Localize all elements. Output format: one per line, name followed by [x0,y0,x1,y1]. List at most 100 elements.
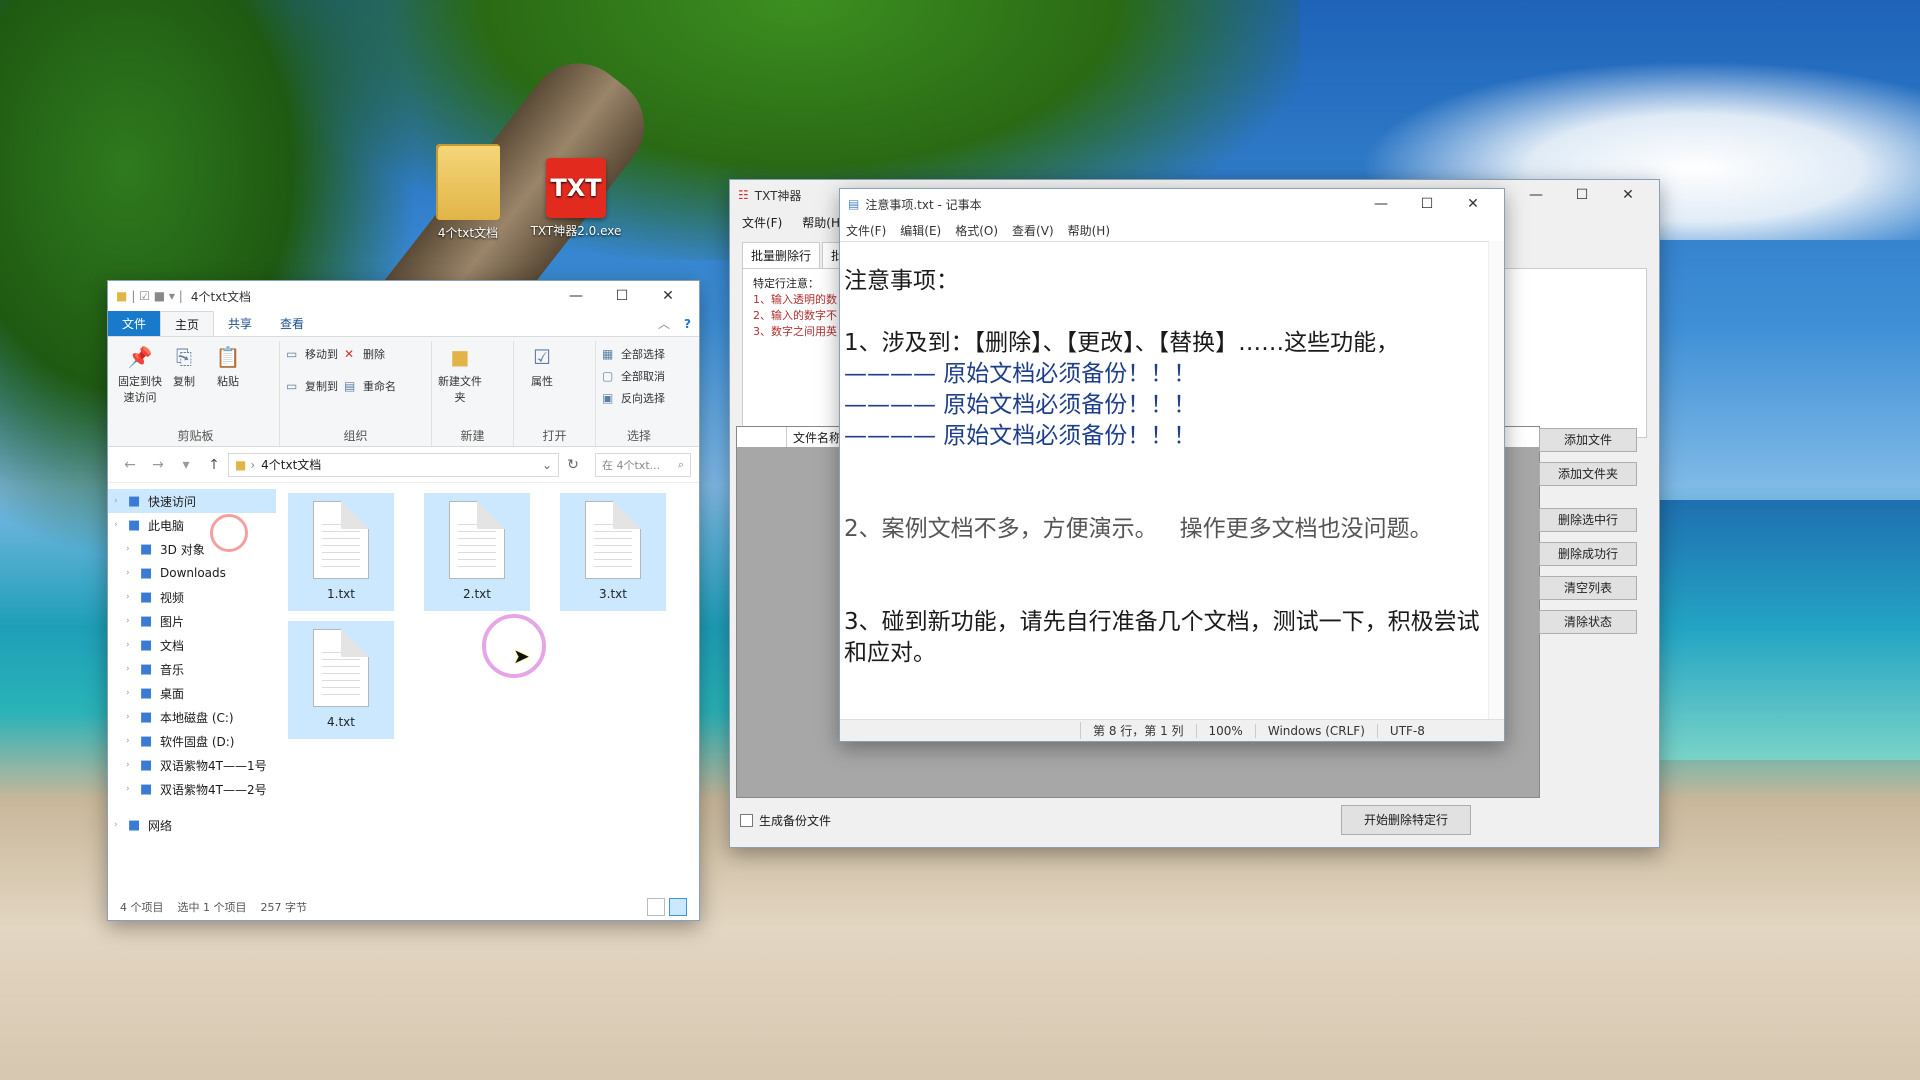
menu-view[interactable]: 查看(V) [1012,222,1054,239]
nav-item[interactable]: › ■ Downloads [108,561,276,585]
up-icon[interactable]: ↑ [200,457,228,473]
invert-selection-button[interactable]: ▣ 反向选择 [602,387,671,409]
tab-view[interactable]: 查看 [266,311,318,336]
address-field[interactable]: ■ › 4个txt文档 ⌄ [228,452,559,477]
help-icon[interactable]: ? [676,311,699,336]
expand-chevron-icon[interactable]: › [126,568,140,578]
expand-chevron-icon[interactable]: › [126,688,140,698]
expand-chevron-icon[interactable]: › [114,520,128,530]
large-icons-view-icon[interactable] [669,898,687,916]
nav-item[interactable]: › ■ 视频 [108,585,276,609]
file-item[interactable]: 1.txt [288,493,394,611]
search-box[interactable]: 在 4个txt... ⌕ [595,452,691,477]
minimize-button[interactable]: — [553,281,599,311]
select-all-button[interactable]: ▦ 全部选择 [602,343,671,365]
file-item[interactable]: 3.txt [560,493,666,611]
quick-access-toolbar[interactable]: | ☑ ■ ▾ | [131,289,182,303]
expand-chevron-icon[interactable]: › [126,760,140,770]
pin-quick-access-button[interactable]: 📌 固定到快速访问 [118,343,162,405]
add-folder-button[interactable]: 添加文件夹 [1539,462,1637,486]
rename-button[interactable]: ▤ 重命名 [344,375,402,397]
expand-chevron-icon[interactable]: › [126,616,140,626]
forward-icon[interactable]: → [144,457,172,473]
menu-help[interactable]: 帮助(H) [1068,222,1110,239]
desktop-icon: ■ [140,685,153,701]
add-file-button[interactable]: 添加文件 [1539,428,1637,452]
text-file-icon [313,629,369,707]
nav-item-label: 此电脑 [148,518,185,533]
nav-item[interactable]: › ■ 文档 [108,633,276,657]
nav-item[interactable]: › ■ 桌面 [108,681,276,705]
expand-chevron-icon[interactable]: › [126,784,140,794]
tab-share[interactable]: 共享 [214,311,266,336]
nav-item[interactable]: › ■ 双语紫物4T——2号 [108,777,276,801]
expand-chevron-icon[interactable]: › [126,640,140,650]
clear-status-button[interactable]: 清除状态 [1539,610,1637,634]
tab-batch-delete-lines[interactable]: 批量删除行 [742,242,821,268]
expand-chevron-icon[interactable]: › [126,712,140,722]
copy-to-button[interactable]: ▭ 复制到 [286,375,344,397]
close-button[interactable]: ✕ [645,281,691,311]
maximize-button[interactable]: ☐ [599,281,645,311]
select-none-button[interactable]: ▢ 全部取消 [602,365,671,387]
close-button[interactable]: ✕ [1605,180,1651,210]
close-button[interactable]: ✕ [1450,189,1496,219]
nav-item[interactable]: › ■ 本地磁盘 (C:) [108,705,276,729]
expand-chevron-icon[interactable]: › [114,820,128,830]
expand-chevron-icon[interactable]: › [126,592,140,602]
group-label: 组织 [343,429,368,443]
delete-success-rows-button[interactable]: 删除成功行 [1539,542,1637,566]
minimize-button[interactable]: — [1513,180,1559,210]
copy-button[interactable]: ⎘ 复制 [162,343,206,405]
desktop-icon-txt-app[interactable]: TXT TXT神器2.0.exe [528,158,624,239]
file-item[interactable]: 4.txt [288,621,394,739]
ribbon-collapse-icon[interactable]: ︿ [652,311,676,336]
expand-chevron-icon[interactable]: › [126,736,140,746]
explorer-titlebar[interactable]: ■ | ☑ ■ ▾ | 4个txt文档 — ☐ ✕ [108,281,699,311]
menu-edit[interactable]: 编辑(E) [900,222,941,239]
copy-to-icon: ▭ [286,379,298,393]
backup-checkbox[interactable] [740,813,753,827]
delete-selected-rows-button[interactable]: 删除选中行 [1539,508,1637,532]
maximize-button[interactable]: ☐ [1404,189,1450,219]
new-folder-button[interactable]: ■ 新建文件夹 [438,343,482,405]
notepad-titlebar[interactable]: ▤ 注意事项.txt - 记事本 — ☐ ✕ [840,189,1504,219]
recent-icon[interactable]: ▾ [172,457,200,473]
menu-file[interactable]: 文件(F) [742,214,782,231]
expand-chevron-icon[interactable]: › [126,544,140,554]
maximize-button[interactable]: ☐ [1559,180,1605,210]
file-item[interactable]: 2.txt [424,493,530,611]
clear-list-button[interactable]: 清空列表 [1539,576,1637,600]
notepad-editor[interactable]: 注意事项： 1、涉及到：【删除】、【更改】、【替换】……这些功能， ———— 原… [840,241,1504,719]
nav-item[interactable]: › ■ 此电脑 [108,513,276,537]
nav-item[interactable]: › ■ 3D 对象 [108,537,276,561]
nav-item[interactable]: › ■ 网络 [108,813,276,837]
tab-home[interactable]: 主页 [160,311,215,336]
details-view-icon[interactable] [647,898,665,916]
delete-button[interactable]: ✕ 删除 [344,343,391,365]
paste-button[interactable]: 📋 粘贴 [206,343,250,405]
nav-item-label: 本地磁盘 (C:) [160,710,234,725]
desktop-icon-folder[interactable]: 4个txt文档 [420,144,516,241]
group-clipboard: 📌 固定到快速访问 ⎘ 复制 📋 粘贴 剪贴板 [112,341,280,446]
refresh-icon[interactable]: ↻ [559,457,587,473]
notepad-vertical-scrollbar[interactable] [1488,241,1504,719]
expand-chevron-icon[interactable]: › [126,664,140,674]
nav-item[interactable]: › ■ 图片 [108,609,276,633]
delete-icon: ✕ [344,347,355,361]
back-icon[interactable]: ← [116,457,144,473]
menu-format[interactable]: 格式(O) [955,222,998,239]
nav-item[interactable]: › ■ 软件固盘 (D:) [108,729,276,753]
expand-chevron-icon[interactable]: › [114,496,128,506]
move-to-button[interactable]: ▭ 移动到 [286,343,344,365]
tab-file[interactable]: 文件 [108,311,161,336]
start-delete-button[interactable]: 开始删除特定行 [1341,805,1471,835]
nav-item[interactable]: › ■ 音乐 [108,657,276,681]
music-icon: ■ [140,661,153,677]
nav-item[interactable]: › ■ 双语紫物4T——1号 [108,753,276,777]
minimize-button[interactable]: — [1358,189,1404,219]
nav-item[interactable]: › ■ 快速访问 [108,489,276,513]
chevron-down-icon[interactable]: ⌄ [542,458,552,472]
menu-file[interactable]: 文件(F) [846,222,886,239]
properties-button[interactable]: ☑ 属性 [520,343,564,389]
